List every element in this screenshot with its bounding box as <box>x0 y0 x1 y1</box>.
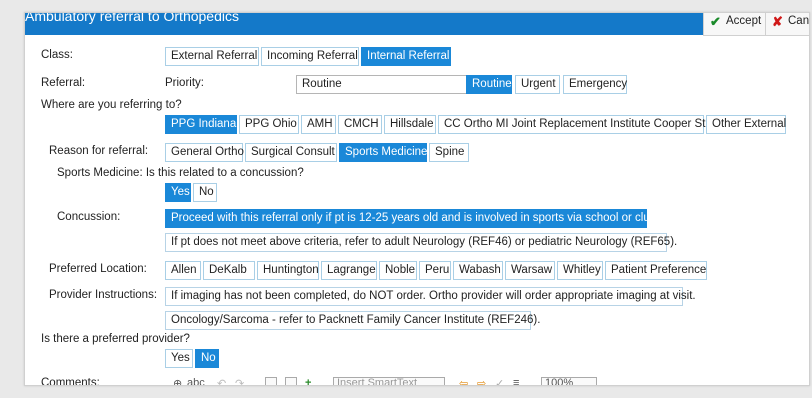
concussion-label: Concussion: <box>57 211 121 223</box>
reason-option-general-ortho[interactable]: General Ortho <box>165 143 244 162</box>
reason-label: Reason for referral: <box>49 145 149 157</box>
accept-label: Accept <box>726 15 762 27</box>
zoom-value: 100% <box>545 377 574 386</box>
reason-option-spine[interactable]: Spine <box>429 143 469 162</box>
location-option-patient-preference[interactable]: Patient Preference <box>605 261 707 280</box>
where-option-cc-ortho-mi[interactable]: CC Ortho MI Joint Replacement Institute … <box>438 115 705 134</box>
where-option-ppg-ohio[interactable]: PPG Ohio <box>239 115 299 134</box>
undo-icon[interactable]: ↶ <box>217 377 226 385</box>
accept-button[interactable]: ✔ Accept <box>703 13 766 36</box>
checkmark-icon: ✔ <box>710 14 721 29</box>
location-option-lagrange[interactable]: Lagrange <box>321 261 377 280</box>
provider-instructions-label: Provider Instructions: <box>49 289 158 301</box>
reason-option-sports-medicine[interactable]: Sports Medicine <box>339 143 427 162</box>
concussion-question: Sports Medicine: Is this related to a co… <box>57 167 304 179</box>
location-option-allen[interactable]: Allen <box>165 261 201 280</box>
priority-urgent[interactable]: Urgent <box>515 75 560 94</box>
insert-table-icon[interactable] <box>265 377 277 385</box>
check-icon[interactable]: ✓ <box>495 377 504 385</box>
location-option-whitley[interactable]: Whitley <box>557 261 603 280</box>
referral-window: Ambulatory referral to Orthopedics ✔ Acc… <box>24 12 810 386</box>
location-option-wabash[interactable]: Wabash <box>453 261 503 280</box>
where-option-cmch[interactable]: CMCH <box>338 115 382 134</box>
provider-note-imaging[interactable]: If imaging has not been completed, do NO… <box>165 287 696 306</box>
class-option-internal[interactable]: Internal Referral <box>361 47 451 66</box>
arrow-right-icon[interactable]: ⇨ <box>477 377 486 385</box>
comments-label: Comments: <box>41 377 100 386</box>
arrow-left-icon[interactable]: ⇦ <box>459 377 468 385</box>
redo-icon[interactable]: ↷ <box>235 377 244 385</box>
cancel-button[interactable]: ✘ Cancel <box>765 13 810 36</box>
cancel-label: Cancel <box>788 15 810 27</box>
location-option-peru[interactable]: Peru <box>419 261 451 280</box>
preferred-provider-yes[interactable]: Yes <box>165 349 193 368</box>
priority-emergency[interactable]: Emergency <box>563 75 627 94</box>
close-icon: ✘ <box>772 14 783 29</box>
concussion-yes[interactable]: Yes <box>165 183 191 202</box>
priority-label: Priority: <box>165 77 204 89</box>
provider-note-oncology[interactable]: Oncology/Sarcoma - refer to Packnett Fam… <box>165 311 540 330</box>
concussion-note-criteria[interactable]: Proceed with this referral only if pt is… <box>165 209 659 228</box>
window-title-bar: Ambulatory referral to Orthopedics <box>25 13 703 35</box>
where-option-hillsdale[interactable]: Hillsdale <box>384 115 436 134</box>
reason-option-surgical-consult[interactable]: Surgical Consult <box>245 143 337 162</box>
location-option-warsaw[interactable]: Warsaw <box>505 261 555 280</box>
insert-list-icon[interactable] <box>285 377 297 385</box>
smarttext-placeholder: Insert SmartText <box>337 377 418 386</box>
preferred-location-label: Preferred Location: <box>49 263 147 275</box>
concussion-no[interactable]: No <box>193 183 217 202</box>
where-option-other-external[interactable]: Other External <box>706 115 786 134</box>
priority-search-value: Routine <box>302 78 342 90</box>
preferred-provider-no[interactable]: No <box>195 349 219 368</box>
spellcheck-icon[interactable]: abc <box>187 377 205 385</box>
location-option-dekalb[interactable]: DeKalb <box>203 261 255 280</box>
where-option-amh[interactable]: AMH <box>301 115 336 134</box>
referral-label: Referral: <box>41 77 86 89</box>
class-option-external[interactable]: External Referral <box>165 47 259 66</box>
preferred-provider-question: Is there a preferred provider? <box>41 333 190 345</box>
where-option-ppg-indiana[interactable]: PPG Indiana <box>165 115 237 134</box>
where-question: Where are you referring to? <box>41 99 182 111</box>
location-option-huntington[interactable]: Huntington <box>257 261 319 280</box>
concussion-note-neurology[interactable]: If pt does not meet above criteria, refe… <box>165 233 677 252</box>
class-label: Class: <box>41 49 73 61</box>
window-title: Ambulatory referral to Orthopedics <box>25 13 239 24</box>
location-option-noble[interactable]: Noble <box>379 261 417 280</box>
priority-routine[interactable]: Routine <box>466 75 512 94</box>
add-icon[interactable]: ⊕ <box>173 377 182 385</box>
plus-icon[interactable]: + <box>305 377 311 385</box>
priority-search-input[interactable]: Routine ⚲ <box>296 75 492 94</box>
class-option-incoming[interactable]: Incoming Referral <box>261 47 359 66</box>
menu-icon[interactable]: ≡ <box>513 377 519 385</box>
